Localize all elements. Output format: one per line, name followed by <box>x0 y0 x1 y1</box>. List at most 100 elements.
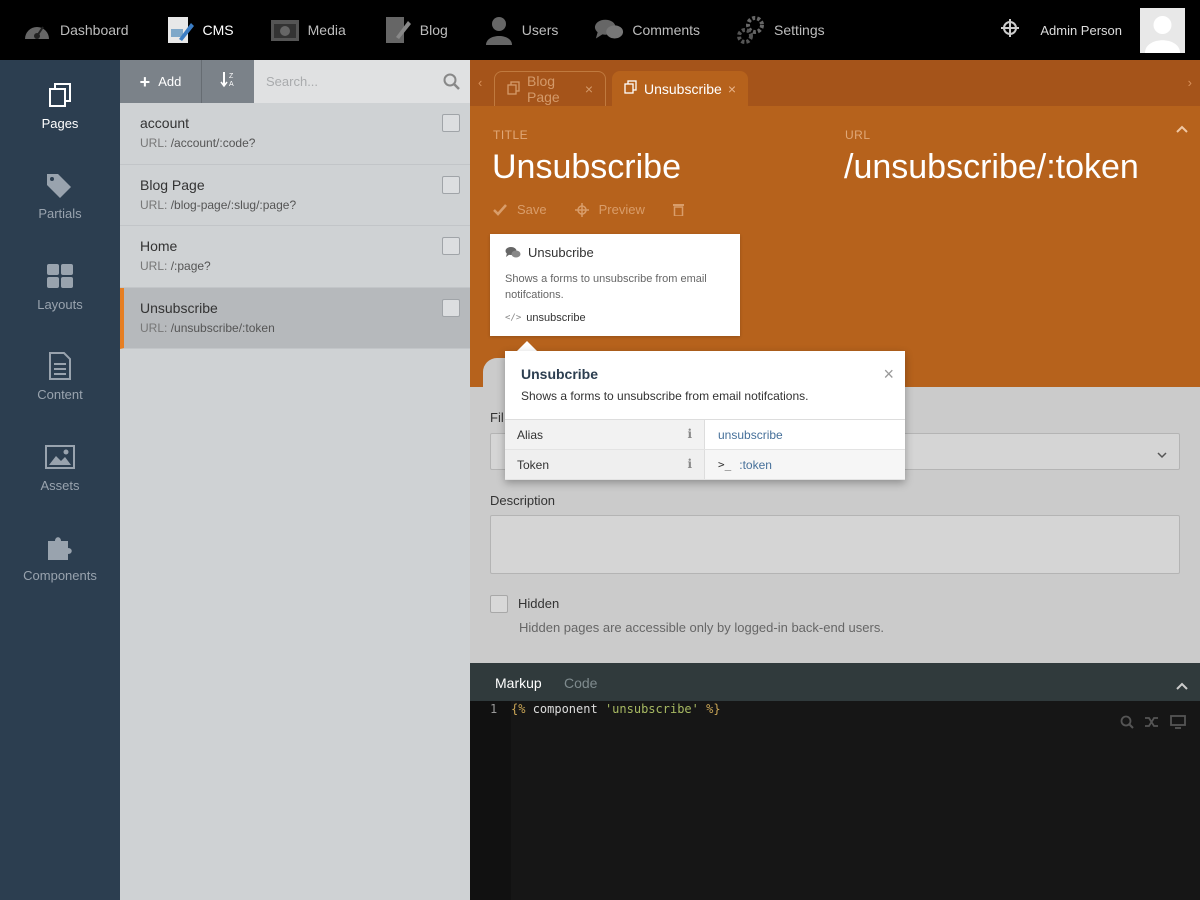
save-button[interactable]: Save <box>493 202 547 217</box>
nav-users-label: Users <box>521 22 559 38</box>
tags-icon <box>45 170 75 200</box>
list-item-title: account <box>140 115 190 131</box>
page-actions: Save Preview <box>493 202 722 217</box>
property-name: Alias i <box>505 420 705 449</box>
sidebar-item-assets[interactable]: Assets <box>0 422 120 513</box>
delete-button[interactable] <box>672 203 694 216</box>
nav-blog[interactable]: Blog <box>360 0 462 60</box>
component-card[interactable]: Unsubcribe Shows a forms to unsubscribe … <box>490 234 740 336</box>
nav-user-area: Admin Person <box>1000 0 1200 60</box>
avatar[interactable] <box>1140 7 1185 53</box>
sidebar-item-layouts[interactable]: Layouts <box>0 241 120 332</box>
list-item-title: Blog Page <box>140 176 205 193</box>
list-item-checkbox[interactable] <box>442 114 460 132</box>
nav-comments[interactable]: Comments <box>572 0 714 60</box>
nav-comments-label: Comments <box>632 22 701 38</box>
top-navigation: Dashboard CMS Media Blog Users Comments <box>0 0 1200 60</box>
tab-bar: ‹ › Blog Page × Unsubscribe × <box>470 60 1200 106</box>
line-number: 1 <box>490 702 498 716</box>
property-name: Token i <box>505 450 705 479</box>
list-item-checkbox[interactable] <box>442 175 460 194</box>
list-item[interactable]: Blog Page URL: /blog-page/:slug/:page? <box>120 165 470 226</box>
tab-unsubscribe[interactable]: Unsubscribe × <box>612 71 748 106</box>
search-input[interactable] <box>254 60 470 103</box>
sidebar-item-content[interactable]: Content <box>0 332 120 423</box>
tab-scroll-right-icon[interactable]: › <box>1188 75 1192 90</box>
title-field[interactable]: Unsubscribe <box>492 148 681 187</box>
collapse-icon[interactable] <box>1176 677 1188 695</box>
svg-text:Z: Z <box>229 73 234 80</box>
editor-tabs: Markup Code <box>470 663 1200 701</box>
url-field[interactable]: /unsubscribe/:token <box>844 148 1139 187</box>
code-editor[interactable]: 1 {% component 'unsubscribe' %} <box>470 701 1200 900</box>
tab-scroll-left-icon[interactable]: ‹ <box>478 75 482 90</box>
nav-settings[interactable]: Settings <box>714 0 839 60</box>
settings-icon <box>736 15 766 45</box>
nav-blog-label: Blog <box>419 22 448 38</box>
tab-code[interactable]: Code <box>564 675 597 691</box>
list-toolbar: + Add ZA <box>120 60 470 103</box>
tab-blog-page[interactable]: Blog Page × <box>494 71 606 106</box>
nav-cms[interactable]: CMS <box>143 0 248 60</box>
popover-title: Unsubcribe <box>521 366 599 382</box>
sidebar-item-label: Pages <box>41 115 79 131</box>
close-icon[interactable]: × <box>585 81 593 97</box>
nav-media[interactable]: Media <box>248 0 360 60</box>
cms-sidebar: Pages Partials Layouts Content Assets Co… <box>0 60 120 900</box>
sidebar-item-components[interactable]: Components <box>0 513 120 604</box>
nav-media-label: Media <box>307 22 346 38</box>
list-item[interactable]: Home URL: /:page? <box>120 226 470 288</box>
media-icon <box>270 15 300 45</box>
hidden-help-text: Hidden pages are accessible only by logg… <box>519 620 884 635</box>
sort-button[interactable]: ZA <box>202 60 254 103</box>
check-icon <box>493 203 507 216</box>
description-label: Description <box>490 493 556 508</box>
info-icon[interactable]: i <box>687 427 692 441</box>
alias-input[interactable]: unsubscribe <box>705 420 905 449</box>
list-item-url: URL: /unsubscribe/:token <box>140 320 275 335</box>
url-label: URL <box>845 128 871 142</box>
file-icon <box>45 351 75 381</box>
search-box <box>254 60 470 103</box>
shuffle-icon[interactable] <box>1144 715 1160 734</box>
crosshair-icon[interactable] <box>1000 18 1020 43</box>
nav-cms-label: CMS <box>202 22 234 38</box>
search-icon[interactable] <box>443 73 460 95</box>
search-icon[interactable] <box>1120 715 1134 734</box>
list-item-checkbox[interactable] <box>442 298 460 317</box>
terminal-icon: >_ <box>718 458 732 471</box>
code-line: {% component 'unsubscribe' %} <box>511 702 721 716</box>
blog-icon <box>382 15 412 45</box>
add-button[interactable]: + Add <box>120 60 202 103</box>
preview-label: Preview <box>598 202 645 217</box>
nav-users[interactable]: Users <box>462 0 573 60</box>
hidden-checkbox[interactable] <box>490 595 508 613</box>
hidden-label[interactable]: Hidden <box>518 596 559 611</box>
fullscreen-icon[interactable] <box>1170 715 1186 734</box>
page-editor: ‹ › Blog Page × Unsubscribe × TITLE Unsu… <box>470 60 1200 900</box>
collapse-icon[interactable] <box>1176 120 1188 138</box>
list-item[interactable]: account URL: /account/:code? <box>120 103 470 165</box>
tab-markup[interactable]: Markup <box>495 675 542 691</box>
title-label: TITLE <box>493 128 529 142</box>
close-icon[interactable]: × <box>728 81 736 97</box>
description-textarea[interactable] <box>490 515 1180 574</box>
component-card-description: Shows a forms to unsubscribe from email … <box>505 273 707 301</box>
tab-label: Unsubscribe <box>644 80 722 97</box>
nav-dashboard[interactable]: Dashboard <box>0 0 143 60</box>
nav-dashboard-label: Dashboard <box>60 22 129 38</box>
plus-icon: + <box>139 71 151 92</box>
list-item-checkbox[interactable] <box>442 237 460 255</box>
close-icon[interactable]: × <box>883 365 894 383</box>
user-name[interactable]: Admin Person <box>1040 23 1122 38</box>
token-input[interactable]: >_ :token <box>705 450 905 479</box>
sidebar-item-partials[interactable]: Partials <box>0 151 120 242</box>
list-item-url: URL: /:page? <box>140 259 211 273</box>
preview-button[interactable]: Preview <box>574 202 645 217</box>
info-icon[interactable]: i <box>687 457 692 471</box>
list-item-url: URL: /account/:code? <box>140 136 256 150</box>
sort-alpha-icon: ZA <box>220 70 236 93</box>
list-item-selected[interactable]: Unsubscribe URL: /unsubscribe/:token <box>120 287 470 349</box>
sidebar-item-pages[interactable]: Pages <box>0 60 120 151</box>
sidebar-item-label: Layouts <box>37 296 83 312</box>
